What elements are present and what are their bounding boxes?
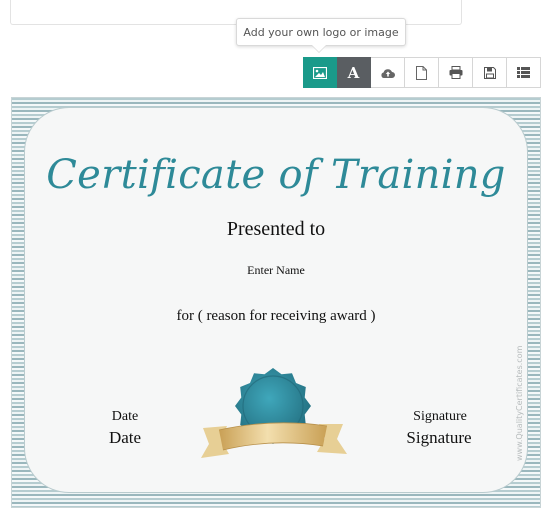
certificate-border: Certificate of Training Presented to Ent… bbox=[11, 97, 541, 508]
list-icon bbox=[517, 67, 530, 78]
award-seal[interactable] bbox=[193, 366, 353, 478]
date-value[interactable]: Date bbox=[91, 428, 159, 448]
date-label[interactable]: Date bbox=[95, 409, 155, 425]
award-reason-text[interactable]: for ( reason for receiving award ) bbox=[25, 308, 527, 325]
save-button[interactable] bbox=[473, 57, 507, 88]
recipient-name-field[interactable]: Enter Name bbox=[25, 263, 527, 278]
tooltip-text: Add your own logo or image bbox=[243, 25, 399, 39]
presented-to-text[interactable]: Presented to bbox=[25, 218, 527, 241]
signature-label[interactable]: Signature bbox=[395, 409, 485, 425]
image-icon bbox=[313, 66, 327, 79]
document-icon bbox=[416, 65, 427, 80]
add-image-button[interactable] bbox=[303, 57, 337, 88]
signature-value[interactable]: Signature bbox=[389, 428, 489, 448]
cloud-upload-icon bbox=[380, 67, 396, 79]
watermark-text: www.QualityCertificates.com bbox=[515, 345, 524, 461]
print-button[interactable] bbox=[439, 57, 473, 88]
tooltip: Add your own logo or image bbox=[236, 18, 406, 46]
text-icon: A bbox=[347, 63, 360, 82]
new-document-button[interactable] bbox=[405, 57, 439, 88]
floppy-disk-icon bbox=[483, 66, 496, 79]
tooltip-arrow bbox=[312, 45, 326, 52]
certificate-canvas: Certificate of Training Presented to Ent… bbox=[25, 108, 527, 492]
text-button[interactable]: A bbox=[337, 57, 371, 88]
certificate-title[interactable]: Certificate of Training bbox=[25, 152, 527, 198]
list-button[interactable] bbox=[507, 57, 541, 88]
printer-icon bbox=[449, 66, 463, 79]
cloud-upload-button[interactable] bbox=[371, 57, 405, 88]
toolbar: A bbox=[303, 57, 541, 88]
